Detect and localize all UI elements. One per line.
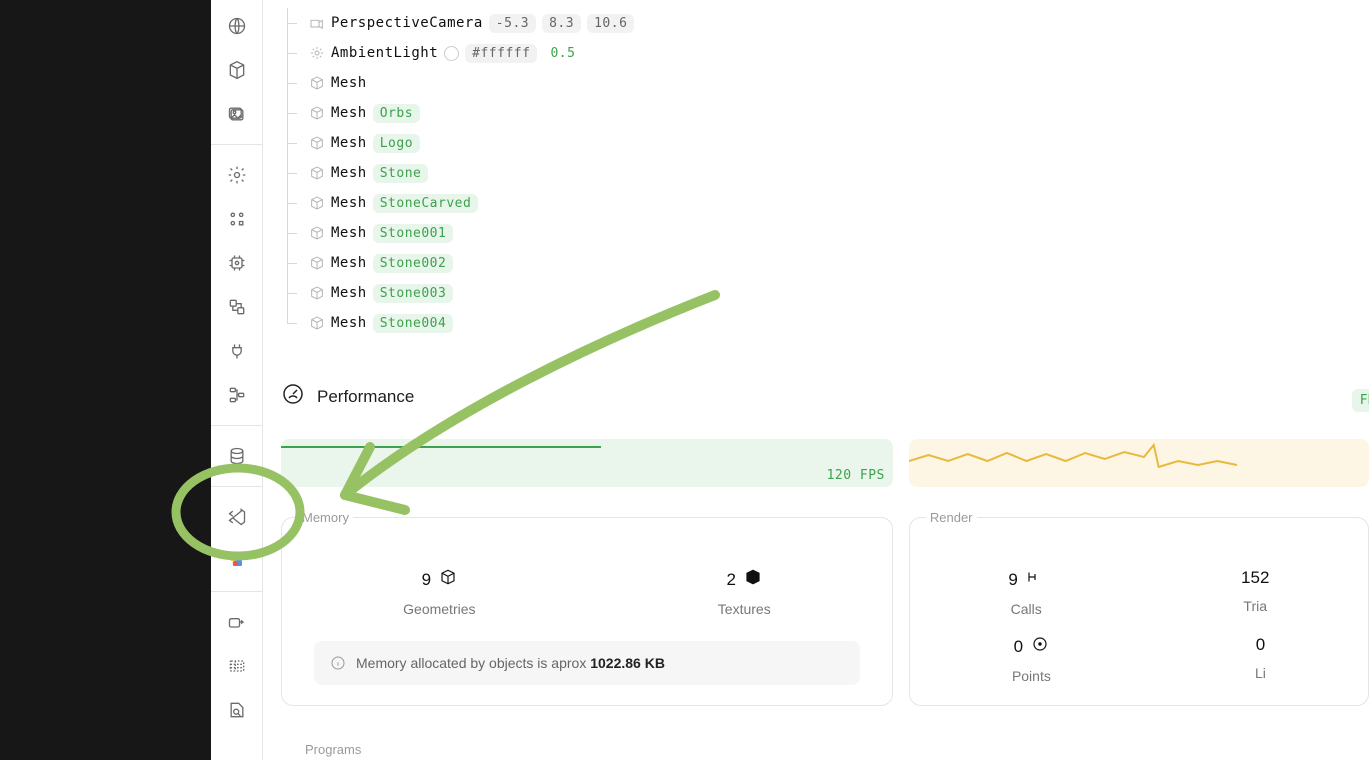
memory-panel-label: Memory: [298, 510, 353, 525]
performance-title: Performance: [317, 387, 414, 407]
box3d-icon[interactable]: [219, 52, 255, 88]
transform-icon[interactable]: [219, 289, 255, 325]
tree-badge: Logo: [373, 134, 420, 153]
share-icon[interactable]: [219, 604, 255, 640]
editor-dark-panel: [0, 0, 211, 760]
toggles-icon[interactable]: [219, 201, 255, 237]
gauge-icon: [281, 382, 305, 411]
tree-node-name: Mesh: [331, 135, 367, 151]
cube-solid-icon: [744, 568, 762, 591]
tree-node[interactable]: Mesh Logo: [281, 128, 1369, 158]
cube-icon: [309, 165, 325, 181]
tree-node[interactable]: Mesh StoneCarved: [281, 188, 1369, 218]
tree-badge: Stone: [373, 164, 429, 183]
tree-badge: StoneCarved: [373, 194, 479, 213]
tree-badge: 10.6: [587, 14, 634, 33]
tree-badge: Orbs: [373, 104, 420, 123]
flow-icon[interactable]: [219, 377, 255, 413]
tree-node[interactable]: Mesh Stone001: [281, 218, 1369, 248]
tree-badge: 0.5: [543, 44, 582, 63]
stat-textures: 2 Textures: [718, 568, 771, 617]
scene-tree: PerspectiveCamera -5.3 8.3 10.6 AmbientLight…: [281, 0, 1369, 338]
tree-node-name: Mesh: [331, 225, 367, 241]
tree-badge: Stone004: [373, 314, 454, 333]
tree-badge: 8.3: [542, 14, 581, 33]
tree-node-name: Mesh: [331, 285, 367, 301]
stat-lines: 0 Li: [1255, 635, 1266, 684]
cube-icon: [309, 315, 325, 331]
stat-geometries: 9 Geometries: [403, 568, 475, 617]
performance-section-header: Performance FPS:: [281, 382, 1369, 411]
tree-node[interactable]: Mesh Orbs: [281, 98, 1369, 128]
tree-node-name: Mesh: [331, 165, 367, 181]
ms-graph: [909, 439, 1369, 487]
memory-note: Memory allocated by objects is aprox 102…: [314, 641, 860, 685]
images-icon[interactable]: [219, 96, 255, 132]
stat-calls: 9 Calls: [1008, 568, 1043, 617]
tree-node-name: PerspectiveCamera: [331, 15, 483, 31]
programs-label: Programs: [281, 742, 1369, 757]
search-doc-icon[interactable]: [219, 692, 255, 728]
tree-node-name: Mesh: [331, 315, 367, 331]
cube-icon: [439, 568, 457, 591]
plug-icon[interactable]: [219, 333, 255, 369]
cube-icon: [309, 195, 325, 211]
tree-badge: #ffffff: [465, 44, 537, 63]
tree-node-name: Mesh: [331, 255, 367, 271]
chip-icon[interactable]: [219, 245, 255, 281]
tree-node[interactable]: AmbientLight #ffffff 0.5: [281, 38, 1369, 68]
color-swatch: [444, 46, 459, 61]
render-panel: Render 9 Calls 152 Tria 0: [909, 517, 1369, 706]
calls-icon: [1026, 568, 1044, 591]
tree-badge: -5.3: [489, 14, 536, 33]
cube-icon: [309, 255, 325, 271]
cube-icon: [309, 135, 325, 151]
tree-node-name: Mesh: [331, 195, 367, 211]
tree-node-name: Mesh: [331, 75, 367, 91]
light-icon: [309, 45, 325, 61]
points-icon: [1031, 635, 1049, 658]
stat-triangles: 152 Tria: [1241, 568, 1269, 617]
tree-node-name: AmbientLight: [331, 45, 438, 61]
table-icon[interactable]: [219, 648, 255, 684]
cube-icon: [309, 225, 325, 241]
tree-node[interactable]: Mesh Stone: [281, 158, 1369, 188]
tree-badge: Stone002: [373, 254, 454, 273]
tree-node[interactable]: Mesh Stone003: [281, 278, 1369, 308]
tree-node-name: Mesh: [331, 105, 367, 121]
gear-icon[interactable]: [219, 157, 255, 193]
tree-node[interactable]: Mesh: [281, 68, 1369, 98]
tree-node[interactable]: Mesh Stone002: [281, 248, 1369, 278]
tree-node[interactable]: PerspectiveCamera -5.3 8.3 10.6: [281, 8, 1369, 38]
cube-icon: [309, 75, 325, 91]
database-icon[interactable]: [219, 438, 255, 474]
render-panel-label: Render: [926, 510, 977, 525]
fps-top-pill: FPS:: [1352, 389, 1369, 412]
vscode-icon[interactable]: [219, 499, 255, 535]
stat-points: 0 Points: [1012, 635, 1051, 684]
tree-badge: Stone001: [373, 224, 454, 243]
colorful-app-icon[interactable]: [219, 543, 255, 579]
fps-graph: 120 FPS: [281, 439, 893, 487]
web-icon[interactable]: [219, 8, 255, 44]
cube-icon: [309, 105, 325, 121]
memory-panel: Memory 9 Geometries 2 Textures: [281, 517, 893, 706]
main-panel: PerspectiveCamera -5.3 8.3 10.6 AmbientLight…: [263, 0, 1369, 760]
fps-value-label: 120 FPS: [827, 468, 885, 483]
camera-icon: [309, 15, 325, 31]
cube-icon: [309, 285, 325, 301]
tree-node[interactable]: Mesh Stone004: [281, 308, 1369, 338]
tree-badge: Stone003: [373, 284, 454, 303]
vertical-sidebar: [211, 0, 263, 760]
